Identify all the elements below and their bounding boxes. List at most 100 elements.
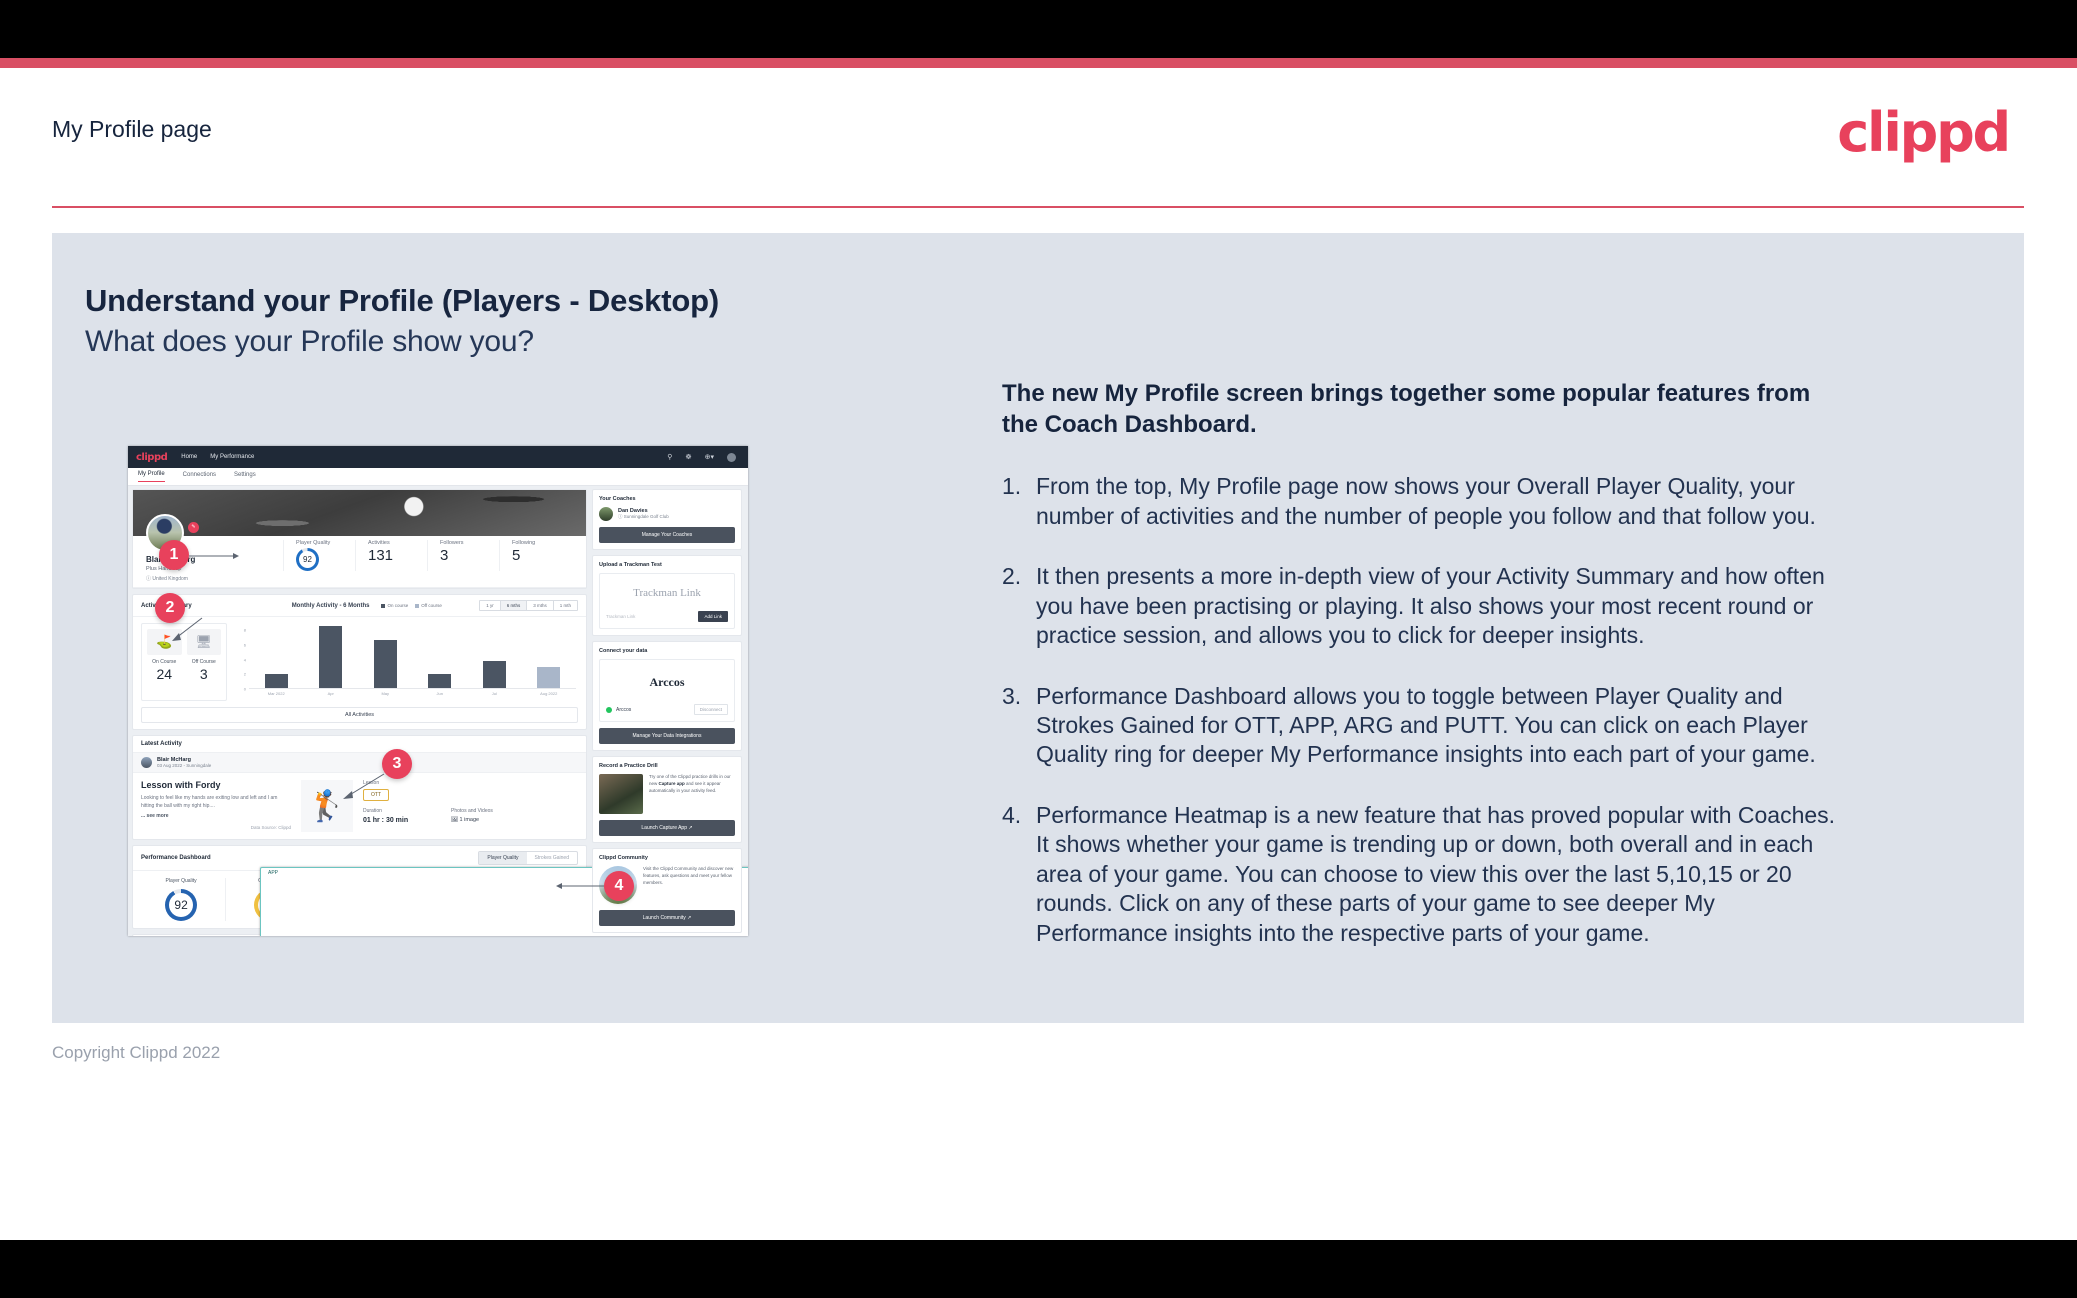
community-title: Clippd Community	[599, 855, 648, 861]
tab-my-profile[interactable]: My Profile	[138, 471, 165, 482]
copyright-text: Copyright Clippd 2022	[52, 1043, 221, 1062]
launch-community-label: Launch Community	[642, 915, 686, 921]
profile-header: ✎ Blair McHarg Plus Handicap ⓘ United Ki…	[133, 514, 586, 588]
activity-chips: OTT APP	[260, 789, 748, 936]
stat-value: 92	[299, 551, 316, 568]
stat-value: 5	[512, 547, 521, 564]
trackman-input-row: Trackman Link Add Link	[606, 611, 728, 622]
manage-coaches-button[interactable]: Manage Your Coaches	[599, 527, 735, 543]
legend-label: Off course	[421, 603, 442, 608]
tile-label-off-course: Off Course	[191, 659, 216, 665]
y-tick: 4	[243, 657, 246, 663]
chart-x-axis: Mar 2022 Apr May Jun Jul Aug 2022	[249, 691, 576, 696]
legend-on-course: On course	[381, 603, 408, 608]
coach-row[interactable]: Dan Davies ⓘ Sunningdale Golf Club	[599, 507, 735, 521]
manage-integrations-button[interactable]: Manage Your Data Integrations	[599, 728, 735, 744]
latest-activity-user[interactable]: Blair McHarg 03 Aug 2022 - Sunningdale	[133, 753, 586, 773]
toggle-strokes-gained[interactable]: Strokes Gained	[527, 852, 577, 864]
tab-settings[interactable]: Settings	[234, 472, 256, 482]
activity-description: Looking to feel like my hands are exitin…	[141, 795, 278, 809]
stat-followers[interactable]: Followers 3	[427, 540, 499, 571]
media-block: Photos and Videos 🖼 1 image	[451, 808, 539, 824]
x-tick: Aug 2022	[540, 691, 558, 696]
media-label: Photos and Videos	[451, 808, 493, 814]
tile-value-off-course: 3	[199, 666, 208, 682]
practice-drill-title: Record a Practice Drill	[599, 763, 658, 769]
avatar-icon[interactable]	[727, 452, 736, 462]
add-circle-icon[interactable]: ⊕▾	[705, 454, 714, 461]
explainer-item-1: 1. From the top, My Profile page now sho…	[1002, 472, 1842, 531]
arccos-name: Arccos	[616, 706, 632, 713]
activity-summary-card: Activity Summary Monthly Activity - 6 Mo…	[132, 594, 587, 730]
range-1yr[interactable]: 1 yr	[480, 601, 501, 610]
nav-icons: ⚲ ☸ ⊕▾	[667, 452, 740, 462]
bar-apr[interactable]	[319, 626, 343, 688]
stat-label: Followers	[440, 540, 464, 546]
bar-aug[interactable]	[537, 667, 561, 688]
stat-label: Following	[512, 540, 536, 546]
community-icon[interactable]: ☸	[685, 454, 691, 461]
see-more-link[interactable]: ... see more	[141, 813, 291, 819]
launch-capture-app-button[interactable]: Launch Capture App ↗	[599, 820, 735, 836]
stat-player-quality[interactable]: Player Quality 92	[283, 540, 355, 571]
external-link-icon: ↗	[687, 915, 692, 921]
capture-app-image	[599, 774, 643, 814]
search-icon[interactable]: ⚲	[667, 454, 672, 461]
explainer-number: 2.	[1002, 563, 1022, 590]
coach-club: ⓘ Sunningdale Golf Club	[618, 514, 669, 519]
range-3mths[interactable]: 3 mths	[527, 601, 554, 610]
legend-off-course: Off course	[415, 603, 442, 608]
ring-player-quality[interactable]: Player Quality 92	[137, 878, 225, 921]
duration-block: Duration 01 hr : 30 min	[363, 808, 451, 824]
legend-swatch	[415, 603, 420, 608]
activity-subdetails: Duration 01 hr : 30 min Photos and Video…	[363, 808, 578, 824]
range-6mths[interactable]: 6 mths	[500, 601, 528, 610]
explainer-column: The new My Profile screen brings togethe…	[1002, 378, 1842, 979]
legend-label: On course	[387, 603, 409, 608]
practice-drill-card: Record a Practice Drill Try one of the C…	[592, 756, 742, 843]
trackman-link-input[interactable]: Trackman Link	[606, 614, 698, 619]
app-screenshot: clippd Home My Performance ⚲ ☸ ⊕▾ My Pro…	[128, 446, 748, 936]
activity-text-block: Lesson with Fordy Looking to feel like m…	[141, 780, 291, 832]
range-selector: 1 yr 6 mths 3 mths 1 mth	[479, 600, 578, 611]
cover-photo	[133, 490, 586, 536]
activity-headline: Lesson with Fordy	[141, 780, 221, 790]
stat-label: Player Quality	[296, 540, 331, 546]
trackman-title: Upload a Trackman Test	[599, 562, 662, 568]
x-tick: Jul	[491, 691, 497, 696]
bar-jun[interactable]	[428, 674, 452, 688]
ring-graphic: 92	[165, 889, 198, 921]
edit-avatar-icon[interactable]: ✎	[188, 522, 199, 533]
y-tick: 6	[243, 642, 246, 648]
performance-dashboard-title: Performance Dashboard	[141, 855, 211, 861]
callout-arrow-2	[172, 617, 203, 641]
bar-jul[interactable]	[482, 660, 506, 688]
nav-link-home[interactable]: Home	[181, 454, 197, 460]
stat-following[interactable]: Following 5	[499, 540, 571, 571]
clippd-logo: clippd	[1837, 101, 2011, 164]
bar-may[interactable]	[373, 640, 397, 688]
trackman-box: Trackman Link Trackman Link Add Link	[599, 573, 735, 629]
stat-activities[interactable]: Activities 131	[355, 540, 427, 571]
launch-community-button[interactable]: Launch Community ↗	[599, 910, 735, 926]
range-1mth[interactable]: 1 mth	[554, 601, 577, 610]
app-content: ✎ Blair McHarg Plus Handicap ⓘ United Ki…	[128, 486, 748, 936]
add-link-button[interactable]: Add Link	[698, 611, 728, 622]
nav-link-my-performance[interactable]: My Performance	[210, 454, 254, 460]
chart-plot-area	[249, 623, 576, 689]
slide-heading: Understand your Profile (Players - Deskt…	[85, 283, 719, 318]
chart-title: Monthly Activity - 6 Months	[291, 602, 370, 609]
community-promo-text: Visit the Clippd Community and discover …	[643, 866, 734, 885]
activity-detail-block: Lesson OTT APP Duration 01 hr : 30 min P…	[260, 780, 748, 936]
all-activities-button[interactable]: All Activities	[141, 707, 578, 723]
launch-capture-label: Launch Capture App	[641, 825, 687, 831]
bar-mar[interactable]	[264, 674, 288, 688]
tile-values: 24 3	[147, 666, 221, 682]
toggle-player-quality[interactable]: Player Quality	[479, 852, 527, 864]
tab-connections[interactable]: Connections	[183, 472, 216, 482]
explainer-text: It then presents a more in-depth view of…	[1036, 563, 1825, 649]
explainer-item-3: 3. Performance Dashboard allows you to t…	[1002, 682, 1842, 770]
y-tick: 0	[243, 686, 246, 692]
disconnect-button[interactable]: Disconnect	[693, 704, 728, 715]
latest-activity-header: Latest Activity	[133, 736, 586, 753]
